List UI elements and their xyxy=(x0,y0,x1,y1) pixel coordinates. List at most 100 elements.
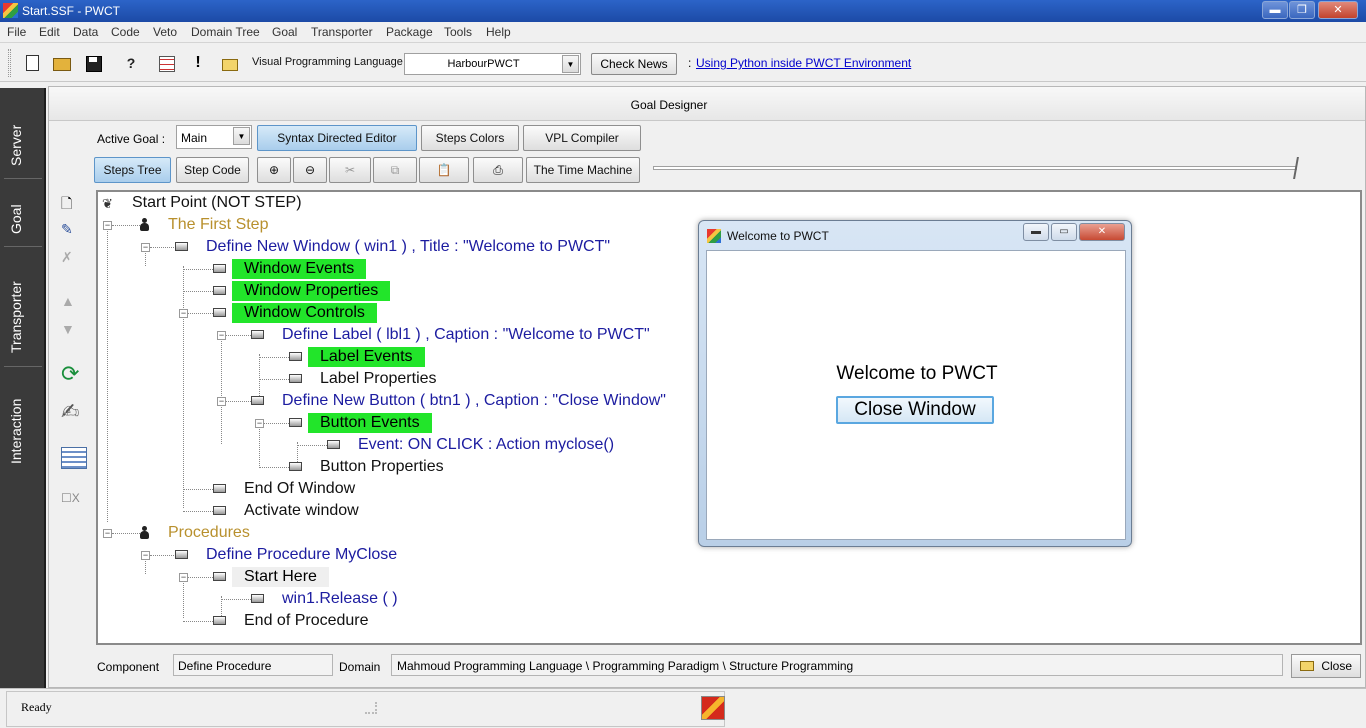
tree-node-win1-release[interactable]: win1.Release ( ) xyxy=(270,589,410,609)
menu-goal[interactable]: Goal xyxy=(272,25,297,39)
news-link[interactable]: Using Python inside PWCT Environment xyxy=(696,56,911,70)
welcome-minimize-button[interactable]: ▬ xyxy=(1023,223,1049,241)
steps-colors-button[interactable]: Steps Colors xyxy=(421,125,519,151)
time-machine-slider-track[interactable] xyxy=(653,166,1297,170)
tree-node-button-events[interactable]: Button Events xyxy=(308,413,432,433)
checkbox-icon[interactable]: ☐X xyxy=(61,491,81,509)
form-icon[interactable] xyxy=(156,53,176,73)
tab-server[interactable]: Server xyxy=(8,125,24,166)
folder-icon[interactable] xyxy=(220,53,240,73)
step-box-icon xyxy=(251,330,264,339)
new-step-icon[interactable]: 🗋 xyxy=(61,193,81,211)
tab-interaction[interactable]: Interaction xyxy=(8,399,24,464)
copy-icon[interactable]: ⧉ xyxy=(373,157,417,183)
help-icon[interactable]: ? xyxy=(121,53,141,73)
menu-transporter[interactable]: Transporter xyxy=(311,25,373,39)
chevron-down-icon[interactable]: ▼ xyxy=(233,127,250,145)
tree-node-start-point[interactable]: Start Point (NOT STEP) xyxy=(120,193,314,213)
tree-node-define-label[interactable]: Define Label ( lbl1 ) , Caption : "Welco… xyxy=(270,325,662,345)
step-box-icon xyxy=(175,242,188,251)
tree-line xyxy=(188,313,213,314)
time-machine-slider-handle[interactable] xyxy=(1287,157,1299,179)
delete-step-icon[interactable]: ✗ xyxy=(61,249,81,267)
menu-veto[interactable]: Veto xyxy=(153,25,177,39)
active-goal-select[interactable]: Main ▼ xyxy=(176,125,252,149)
edit-step-icon[interactable]: ✎ xyxy=(61,221,81,239)
syntax-directed-editor-button[interactable]: Syntax Directed Editor xyxy=(257,125,417,151)
tree-line xyxy=(150,247,174,248)
zoom-in-icon[interactable]: ⊕ xyxy=(257,157,291,183)
move-down-icon[interactable]: ▼ xyxy=(61,321,81,339)
collapse-icon[interactable]: − xyxy=(179,573,188,582)
toolbar-grip[interactable] xyxy=(8,49,11,77)
collapse-icon[interactable]: − xyxy=(103,529,112,538)
menu-domain-tree[interactable]: Domain Tree xyxy=(191,25,260,39)
collapse-icon[interactable]: − xyxy=(141,243,150,252)
time-machine-button[interactable]: The Time Machine xyxy=(526,157,640,183)
tree-node-label-events[interactable]: Label Events xyxy=(308,347,425,367)
tab-transporter[interactable]: Transporter xyxy=(8,281,24,353)
pen-icon[interactable]: ✍ xyxy=(61,401,81,423)
tree-node-window-events[interactable]: Window Events xyxy=(232,259,367,279)
tree-node-end-of-window[interactable]: End Of Window xyxy=(232,479,367,499)
collapse-icon[interactable]: − xyxy=(179,309,188,318)
tree-node-define-window[interactable]: Define New Window ( win1 ) , Title : "We… xyxy=(194,237,622,257)
maximize-button[interactable]: ❐ xyxy=(1289,1,1315,19)
vpl-select[interactable]: HarbourPWCT ▼ xyxy=(404,53,581,75)
welcome-maximize-button[interactable]: ▭ xyxy=(1051,223,1077,241)
tree-node-define-button[interactable]: Define New Button ( btn1 ) , Caption : "… xyxy=(270,391,678,411)
collapse-icon[interactable]: − xyxy=(217,397,226,406)
collapse-icon[interactable]: − xyxy=(255,419,264,428)
zoom-out-icon[interactable]: ⊖ xyxy=(293,157,327,183)
pwct-status-icon[interactable] xyxy=(701,696,725,720)
move-up-icon[interactable]: ▲ xyxy=(61,293,81,311)
collapse-icon[interactable]: − xyxy=(217,331,226,340)
step-person-icon xyxy=(140,526,149,540)
tree-line xyxy=(188,577,213,578)
menu-package[interactable]: Package xyxy=(386,25,433,39)
close-goal-button[interactable]: Close xyxy=(1291,654,1361,678)
menu-file[interactable]: File xyxy=(7,25,26,39)
close-window-button[interactable]: Close Window xyxy=(836,396,994,424)
vpl-compiler-button[interactable]: VPL Compiler xyxy=(523,125,641,151)
tree-line xyxy=(183,621,213,622)
tree-node-window-properties[interactable]: Window Properties xyxy=(232,281,391,301)
tree-node-define-procedure[interactable]: Define Procedure MyClose xyxy=(194,545,409,565)
tree-node-activate-window[interactable]: Activate window xyxy=(232,501,371,521)
step-code-button[interactable]: Step Code xyxy=(176,157,249,183)
tree-node-procedures[interactable]: Procedures xyxy=(156,523,262,543)
menu-code[interactable]: Code xyxy=(111,25,140,39)
tree-node-onclick-event[interactable]: Event: ON CLICK : Action myclose() xyxy=(346,435,626,455)
save-icon[interactable] xyxy=(83,53,103,73)
minimize-button[interactable]: ▬ xyxy=(1262,1,1288,19)
tab-goal[interactable]: Goal xyxy=(8,204,24,234)
refresh-icon[interactable]: ⟳ xyxy=(61,363,81,385)
menu-data[interactable]: Data xyxy=(73,25,98,39)
form-designer-icon[interactable] xyxy=(61,447,87,469)
paste-icon[interactable]: 📋 xyxy=(419,157,469,183)
collapse-icon[interactable]: − xyxy=(141,551,150,560)
print-icon[interactable]: ⎙ xyxy=(473,157,523,183)
chevron-down-icon[interactable]: ▼ xyxy=(562,55,579,73)
welcome-window[interactable]: Welcome to PWCT ▬ ▭ ✕ Welcome to PWCT Cl… xyxy=(698,220,1132,547)
tree-node-window-controls[interactable]: Window Controls xyxy=(232,303,377,323)
menu-help[interactable]: Help xyxy=(486,25,511,39)
run-icon[interactable]: ! xyxy=(188,53,208,73)
open-folder-icon[interactable] xyxy=(51,53,71,73)
tree-node-end-of-procedure[interactable]: End of Procedure xyxy=(232,611,381,631)
close-button[interactable]: ✕ xyxy=(1318,1,1358,19)
tree-node-button-properties[interactable]: Button Properties xyxy=(308,457,456,477)
tree-node-start-here[interactable]: Start Here xyxy=(232,567,329,587)
check-news-button[interactable]: Check News xyxy=(591,53,677,75)
menu-tools[interactable]: Tools xyxy=(444,25,472,39)
collapse-icon[interactable]: − xyxy=(103,221,112,230)
domain-value: Mahmoud Programming Language \ Programmi… xyxy=(391,654,1283,676)
resize-grip-icon[interactable] xyxy=(365,702,377,714)
new-file-icon[interactable] xyxy=(22,53,42,73)
tree-node-first-step[interactable]: The First Step xyxy=(156,215,280,235)
menu-edit[interactable]: Edit xyxy=(39,25,60,39)
tree-node-label-properties[interactable]: Label Properties xyxy=(308,369,449,389)
steps-tree-button[interactable]: Steps Tree xyxy=(94,157,171,183)
welcome-close-button[interactable]: ✕ xyxy=(1079,223,1125,241)
cut-icon[interactable]: ✂ xyxy=(329,157,371,183)
